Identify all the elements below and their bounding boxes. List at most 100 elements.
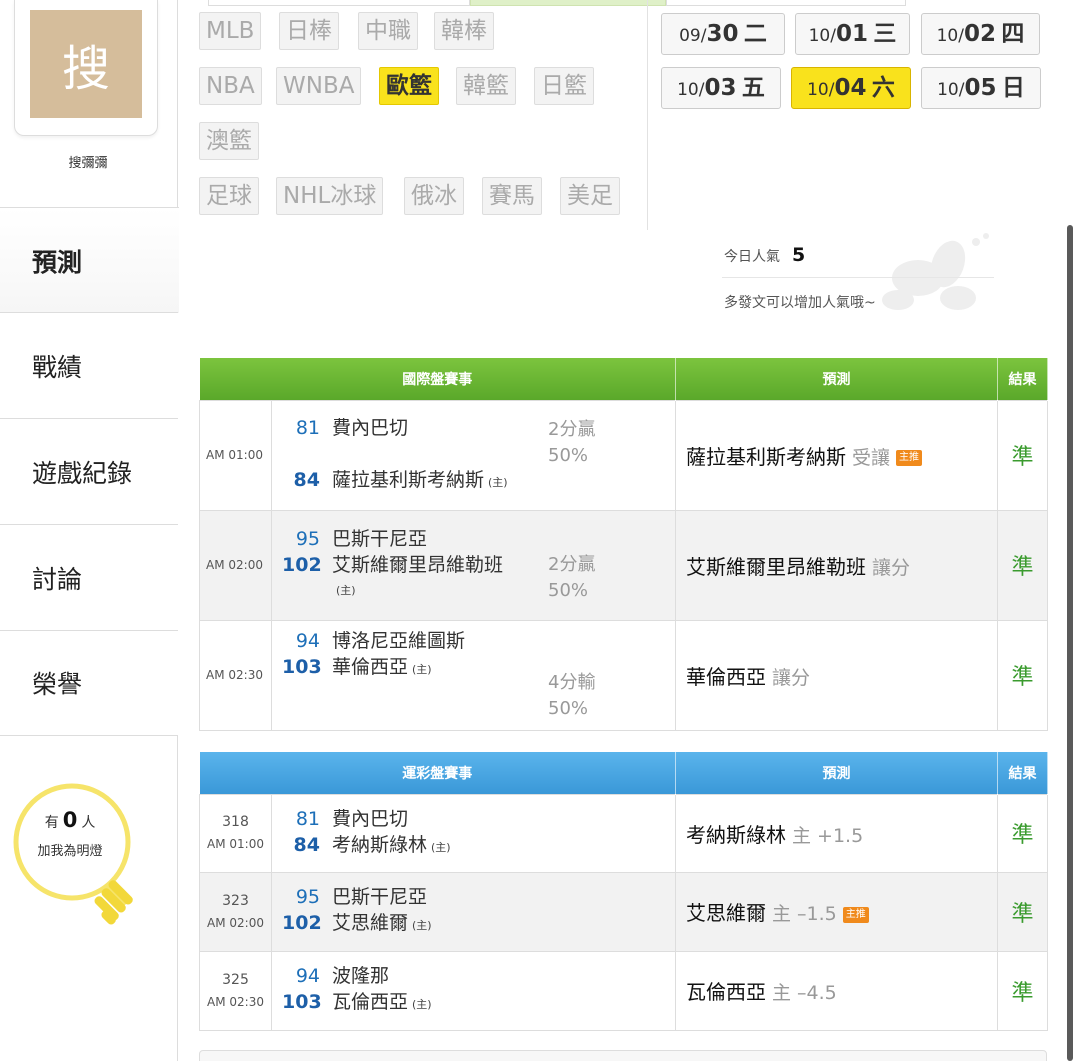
prediction-type: 讓分: [872, 556, 911, 579]
league-tag-mlb[interactable]: MLB: [199, 12, 262, 50]
league-tag-npb[interactable]: 日棒: [279, 12, 339, 50]
league-tag-nhl[interactable]: NHL冰球: [276, 177, 384, 215]
league-tag-kbo[interactable]: 韓棒: [434, 12, 494, 50]
team-name[interactable]: 艾斯維爾里昂維勒班: [332, 552, 503, 578]
username[interactable]: 搜彌彌: [0, 152, 176, 171]
league-tag-horse-racing[interactable]: 賽馬: [482, 177, 542, 215]
table-row: 318 AM 01:00 81 費內巴切 84 考納斯綠林 (主) 考納斯綠林主 +1.…: [199, 793, 1048, 873]
match-teams: 94 波隆那 103 瓦倫西亞 (主): [271, 950, 676, 1031]
scrollbar[interactable]: [1067, 225, 1073, 1061]
match-teams: 94 博洛尼亞維圖斯 103 華倫西亞 (主) 4分輸 50%: [271, 619, 676, 731]
prediction-team: 艾思維爾: [686, 901, 766, 925]
league-tag-japan-basketball[interactable]: 日籃: [534, 67, 594, 105]
table-row: AM 02:00 95 巴斯干尼亞 102 艾斯維爾里昂維勒班 (主) 2分贏 50…: [199, 509, 1048, 621]
divider: [722, 277, 994, 278]
team-name[interactable]: 華倫西亞: [332, 654, 408, 680]
team-name[interactable]: 瓦倫西亞: [332, 989, 408, 1015]
team-name[interactable]: 考納斯綠林: [332, 832, 427, 858]
match-teams: 81 費內巴切 84 薩拉基利斯考納斯 (主) 2分贏 50%: [271, 399, 676, 511]
league-tag-euro-basketball[interactable]: 歐籃: [379, 67, 439, 105]
nav-item-record[interactable]: 戰績: [0, 312, 178, 418]
table-row: 325 AM 02:30 94 波隆那 103 瓦倫西亞 (主) 瓦倫西亞主 –4.5 …: [199, 950, 1048, 1031]
result-mark: 準: [997, 950, 1048, 1031]
league-tag-wnba[interactable]: WNBA: [276, 67, 362, 105]
handicap-percent: 50%: [548, 580, 589, 601]
prediction-type: 受讓: [852, 446, 891, 469]
prediction-cell: 薩拉基利斯考納斯 受讓 主推: [675, 399, 998, 511]
fans-suffix: 人: [81, 815, 96, 831]
featured-badge: 主推: [842, 906, 869, 923]
nav-item-discussion[interactable]: 討論: [0, 524, 178, 630]
match-number: 318: [222, 814, 249, 830]
team-name[interactable]: 巴斯干尼亞: [332, 884, 427, 910]
team-name[interactable]: 費內巴切: [332, 415, 408, 441]
prediction-team: 艾斯維爾里昂維勒班: [686, 554, 866, 579]
handicap-result: 2分贏: [548, 418, 596, 440]
league-tag-australia-basketball[interactable]: 澳籃: [199, 122, 259, 160]
fans-note: 加我為明燈: [37, 844, 103, 859]
match-time: AM 02:30: [199, 619, 272, 731]
date-button-1004[interactable]: 10/04 六: [791, 67, 911, 109]
table-row: AM 02:30 94 博洛尼亞維圖斯 103 華倫西亞 (主) 4分輸 50% 華倫…: [199, 619, 1048, 731]
fans-count: 0: [62, 808, 78, 832]
date-button-0930[interactable]: 09/30 二: [661, 13, 785, 55]
prediction-cell: 華倫西亞 讓分: [675, 619, 998, 731]
column-header-international: 國際盤賽事: [199, 358, 676, 400]
team-name[interactable]: 費內巴切: [332, 806, 408, 832]
match-time: AM 01:00: [199, 399, 272, 511]
column-header-prediction: 預測: [675, 752, 998, 794]
prediction-type: 主 +1.5: [792, 824, 864, 847]
result-mark: 準: [997, 619, 1048, 731]
sidebar: 搜 搜彌彌 預測 戰績 遊戲紀錄 討論 榮譽 有0人 加我為明燈: [0, 0, 179, 1061]
popularity-hint: 多發文可以增加人氣哦~: [724, 295, 876, 311]
handicap-percent: 50%: [548, 698, 589, 719]
prediction-cell: 瓦倫西亞主 –4.5: [675, 950, 998, 1031]
date-button-1005[interactable]: 10/05 日: [921, 67, 1041, 109]
column-header-sports-lottery: 運彩盤賽事: [199, 752, 676, 794]
league-tag-korea-basketball[interactable]: 韓籃: [456, 67, 516, 105]
table-row: AM 01:00 81 費內巴切 84 薩拉基利斯考納斯 (主) 2分贏 50% 薩拉…: [199, 399, 1048, 511]
fans-count-text: 有0人: [0, 808, 140, 832]
table-row: 323 AM 02:00 95 巴斯干尼亞 102 艾思維爾 (主) 艾思維爾主 –1.…: [199, 871, 1048, 952]
avatar[interactable]: 搜: [30, 10, 142, 118]
team-name[interactable]: 博洛尼亞維圖斯: [332, 628, 465, 654]
league-tag-american-football[interactable]: 美足: [560, 177, 620, 215]
handicap-result: 4分輸: [548, 672, 596, 693]
prediction-type: 主 –4.5: [772, 982, 837, 1004]
result-mark: 準: [997, 871, 1048, 952]
fans-prefix: 有: [44, 815, 59, 831]
flower-decoration-icon: [882, 233, 989, 310]
match-teams: 81 費內巴切 84 考納斯綠林 (主): [271, 793, 676, 873]
popularity: 今日人氣 5: [724, 244, 805, 266]
date-button-1003[interactable]: 10/03 五: [661, 67, 781, 109]
prediction-cell: 艾斯維爾里昂維勒班 讓分: [675, 509, 998, 621]
nav-item-predict[interactable]: 預測: [0, 207, 179, 313]
column-header-result: 結果: [997, 358, 1048, 400]
team-name[interactable]: 巴斯干尼亞: [332, 526, 427, 552]
match-time: AM 02:00: [199, 509, 272, 621]
team-name[interactable]: 艾思維爾: [332, 910, 408, 936]
handicap-result: 2分贏: [548, 554, 596, 575]
date-button-1002[interactable]: 10/02 四: [921, 13, 1040, 55]
prediction-team: 考納斯綠林: [686, 822, 786, 847]
team-name[interactable]: 薩拉基利斯考納斯: [332, 467, 484, 493]
league-tag-soccer[interactable]: 足球: [199, 177, 259, 215]
league-tag-cpbl[interactable]: 中職: [358, 12, 418, 50]
sports-lottery-table: 運彩盤賽事 預測 結果 318 AM 01:00 81 費內巴切 84 考納斯綠林 (主…: [199, 752, 1048, 1031]
nav-item-game-history[interactable]: 遊戲紀錄: [0, 418, 178, 524]
nav-item-honors[interactable]: 榮譽: [0, 630, 178, 736]
top-tab-strip: [178, 0, 1080, 6]
international-odds-table: 國際盤賽事 預測 結果 AM 01:00 81 費內巴切 84 薩拉基利斯考納斯 (主…: [199, 358, 1048, 731]
popularity-label: 今日人氣: [724, 249, 780, 265]
league-tag-nba[interactable]: NBA: [199, 67, 262, 105]
divider: [647, 0, 648, 230]
prediction-type: 主 –1.5: [772, 903, 837, 925]
result-mark: 準: [997, 399, 1048, 511]
prediction-team: 瓦倫西亞: [686, 980, 766, 1004]
team-name[interactable]: 波隆那: [332, 963, 389, 989]
column-header-result: 結果: [997, 752, 1048, 794]
league-tag-khl[interactable]: 俄冰: [404, 177, 464, 215]
avatar-card[interactable]: 搜: [14, 0, 158, 136]
match-number: 323: [222, 892, 249, 909]
date-button-1001[interactable]: 10/01 三: [795, 13, 910, 55]
